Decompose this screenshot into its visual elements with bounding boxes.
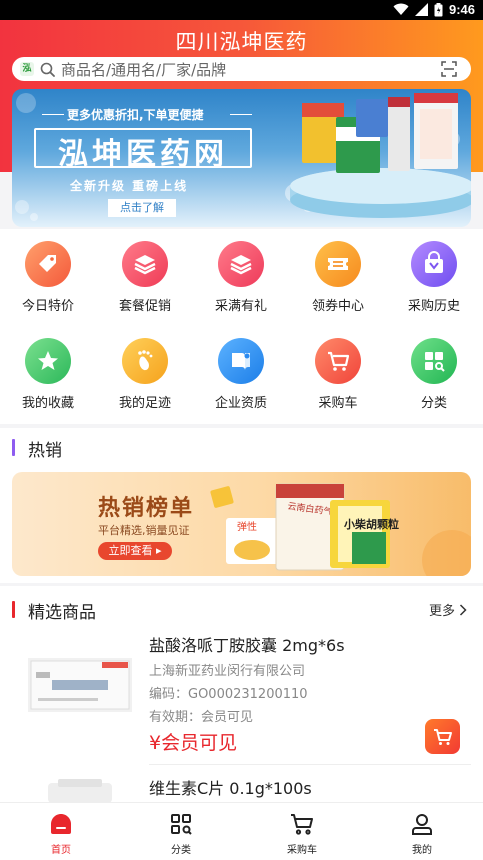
tab-label: 采购车 bbox=[287, 845, 317, 856]
banner-slogan: 全新升级 重磅上线 bbox=[70, 179, 189, 193]
menu-label: 采满有礼 bbox=[214, 299, 267, 314]
banner-line-right bbox=[230, 114, 252, 115]
add-to-cart-button[interactable] bbox=[425, 719, 460, 754]
featured-section-title: 精选商品 bbox=[28, 603, 96, 623]
product-name: 盐酸洛哌丁胺胶囊 2mg*6s bbox=[149, 636, 345, 655]
product-image bbox=[48, 779, 112, 802]
hot-banner-products-illustration: 弹性 云南白药气雾剂 小柴胡颗粒 bbox=[210, 483, 471, 576]
menu-label: 今日特价 bbox=[21, 299, 74, 314]
page-title: 四川泓坤医药 bbox=[175, 30, 308, 54]
cart-icon bbox=[433, 728, 452, 745]
quick-menu: 今日特价 套餐促销 采满有礼 领券中心 采购历史 我的收藏 我的足迹 企业资质 … bbox=[0, 229, 483, 424]
brand-logo-icon: 泓 bbox=[20, 62, 34, 76]
menu-item-category[interactable]: 分类 bbox=[394, 338, 474, 411]
bottom-tab-bar: 首页 分类 采购车 我的 bbox=[0, 802, 483, 860]
product-code: 编码：GO000231200110 bbox=[149, 687, 308, 702]
menu-label: 采购历史 bbox=[407, 299, 460, 314]
status-time: 9:46 bbox=[448, 2, 475, 17]
hot-banner-view-button[interactable]: 立即查看 ▸ bbox=[98, 542, 172, 560]
home-icon bbox=[51, 814, 71, 834]
hot-box-label-xiaochaihu: 小柴胡颗粒 bbox=[343, 517, 399, 531]
category-icon bbox=[411, 338, 457, 384]
menu-label: 领券中心 bbox=[311, 299, 364, 314]
tab-label: 分类 bbox=[171, 845, 191, 856]
star-icon bbox=[25, 338, 71, 384]
menu-label: 我的足迹 bbox=[118, 396, 171, 411]
tab-label: 首页 bbox=[51, 845, 71, 856]
tab-cart[interactable]: 采购车 bbox=[262, 811, 342, 856]
banner-headline: 泓坤医药网 bbox=[58, 137, 228, 172]
more-label: 更多 bbox=[428, 604, 455, 619]
section-accent-bar bbox=[12, 439, 15, 456]
bag-icon bbox=[411, 241, 457, 287]
search-icon bbox=[40, 62, 55, 77]
signal-icon bbox=[414, 3, 428, 16]
featured-section: 精选商品 更多 盐酸洛哌丁胺胶囊 2mg*6s 上海新亚药业闵行有限公司 编码：… bbox=[0, 586, 483, 802]
status-bar: 9:46 bbox=[0, 0, 483, 20]
banner-line-left bbox=[42, 114, 64, 115]
tab-label: 我的 bbox=[412, 845, 432, 856]
product-divider bbox=[149, 764, 471, 765]
menu-item-purchase-gift[interactable]: 采满有礼 bbox=[201, 241, 281, 314]
hot-section: 热销 弹性 云南白药气雾剂 小柴胡颗粒 热销榜单 平台精选,销量见证 立即查看 … bbox=[0, 428, 483, 583]
hot-section-title: 热销 bbox=[28, 441, 62, 461]
more-link[interactable]: 更多 bbox=[429, 600, 467, 619]
menu-label: 采购车 bbox=[318, 396, 358, 411]
promo-banner[interactable]: 更多优惠折扣,下单更便捷 泓坤医药网 全新升级 重磅上线 点击了解 bbox=[12, 89, 471, 227]
search-input[interactable]: 商品名/通用名/厂家/品牌 bbox=[61, 59, 441, 80]
stack-icon bbox=[122, 241, 168, 287]
menu-label: 套餐促销 bbox=[118, 299, 171, 314]
cart-icon bbox=[291, 814, 313, 835]
section-accent-bar bbox=[12, 601, 15, 618]
tab-mine[interactable]: 我的 bbox=[382, 811, 462, 856]
footprint-icon bbox=[122, 338, 168, 384]
battery-icon bbox=[434, 2, 443, 16]
menu-item-daily-special[interactable]: 今日特价 bbox=[8, 241, 88, 314]
banner-learn-more-button[interactable]: 点击了解 bbox=[108, 199, 176, 217]
search-bar[interactable]: 泓 商品名/通用名/厂家/品牌 bbox=[12, 57, 471, 81]
menu-item-package-promo[interactable]: 套餐促销 bbox=[105, 241, 185, 314]
menu-item-footprints[interactable]: 我的足迹 bbox=[105, 338, 185, 411]
product-manufacturer: 上海新亚药业闵行有限公司 bbox=[149, 664, 306, 679]
hot-box-label-elastic: 弹性 bbox=[237, 520, 257, 533]
product-image bbox=[28, 658, 132, 712]
scan-icon[interactable] bbox=[441, 61, 457, 77]
hot-ranking-banner[interactable]: 弹性 云南白药气雾剂 小柴胡颗粒 热销榜单 平台精选,销量见证 立即查看 ▸ bbox=[12, 472, 471, 576]
tab-home[interactable]: 首页 bbox=[21, 811, 101, 856]
product-name: 维生素C片 0.1g*100s bbox=[149, 779, 312, 798]
menu-label: 分类 bbox=[420, 396, 447, 411]
stack-icon bbox=[218, 241, 264, 287]
menu-label: 企业资质 bbox=[214, 396, 267, 411]
coupon-icon bbox=[315, 241, 361, 287]
home-screen: 9:46 四川泓坤医药 泓 商品名/通用名/厂家/品牌 更多优惠折扣,下单更便捷… bbox=[0, 0, 483, 860]
certificate-icon bbox=[218, 338, 264, 384]
chevron-right-icon bbox=[459, 603, 467, 616]
banner-subtitle: 更多优惠折扣,下单更便捷 bbox=[67, 108, 204, 122]
product-expiry: 有效期：会员可见 bbox=[149, 710, 254, 725]
menu-label: 我的收藏 bbox=[21, 396, 74, 411]
menu-item-favorites[interactable]: 我的收藏 bbox=[8, 338, 88, 411]
wifi-icon bbox=[393, 3, 409, 15]
user-icon bbox=[412, 814, 432, 835]
menu-item-cart[interactable]: 采购车 bbox=[298, 338, 378, 411]
category-grid-icon bbox=[171, 814, 192, 835]
cart-icon bbox=[315, 338, 361, 384]
tab-category[interactable]: 分类 bbox=[141, 811, 221, 856]
hot-banner-subtitle: 平台精选,销量见证 bbox=[98, 524, 190, 537]
menu-item-coupon-center[interactable]: 领券中心 bbox=[298, 241, 378, 314]
price-tag-icon bbox=[25, 241, 71, 287]
hot-banner-title: 热销榜单 bbox=[98, 496, 195, 521]
menu-item-purchase-history[interactable]: 采购历史 bbox=[394, 241, 474, 314]
product-price: ¥会员可见 bbox=[149, 732, 238, 754]
menu-item-enterprise-qualification[interactable]: 企业资质 bbox=[201, 338, 281, 411]
